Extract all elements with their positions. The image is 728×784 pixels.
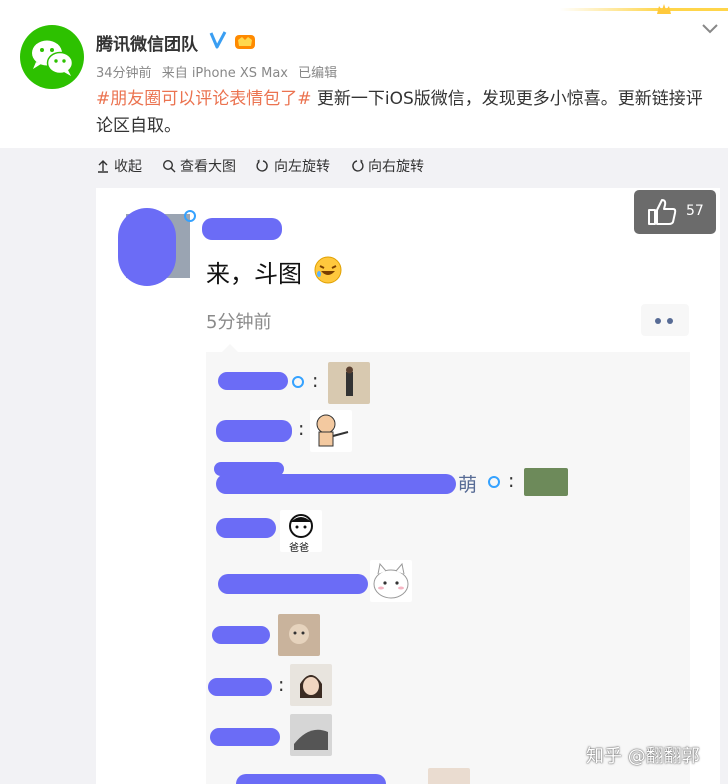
comment-colon: : bbox=[312, 370, 319, 392]
comment-row[interactable]: : bbox=[206, 410, 690, 456]
moment-time: 5分钟前 bbox=[206, 312, 272, 333]
rotate-left-label: 向左旋转 bbox=[274, 159, 330, 175]
comment-row[interactable] bbox=[206, 614, 690, 660]
comment-row[interactable]: 爸爸 bbox=[206, 510, 690, 558]
redaction-mark bbox=[212, 626, 270, 644]
redaction-mark bbox=[216, 420, 292, 442]
crown-icon bbox=[657, 4, 671, 14]
collapse-label: 收起 bbox=[114, 159, 142, 175]
sticker-photo[interactable] bbox=[278, 614, 320, 656]
sticker-photo[interactable] bbox=[524, 468, 568, 496]
moments-screenshot: 来，斗图 5分钟前 : : 萌 : 爸爸: bbox=[96, 188, 720, 784]
post-text: #朋友圈可以评论表情包了# 更新一下iOS版微信，发现更多小惊喜。更新链接评论区… bbox=[96, 86, 716, 140]
weibo-post-header: 腾讯微信团队 34分钟前 来自 iPhone XS Max 已编辑 #朋友圈可以… bbox=[0, 0, 728, 148]
image-toolbar: 收起 查看大图 向左旋转 向右旋转 bbox=[96, 155, 444, 177]
sticker-caption: 爸爸 bbox=[289, 543, 309, 552]
like-count: 57 bbox=[686, 203, 704, 219]
sticker-photo[interactable] bbox=[290, 664, 332, 706]
comment-list: : : 萌 : 爸爸: bbox=[206, 344, 690, 784]
comment-row[interactable]: : bbox=[206, 664, 690, 710]
redaction-mark bbox=[216, 474, 456, 494]
post-time[interactable]: 34分钟前 bbox=[96, 66, 152, 81]
chevron-down-icon[interactable] bbox=[700, 22, 720, 36]
sticker-cartoon[interactable] bbox=[310, 410, 352, 452]
sticker-photo[interactable] bbox=[290, 714, 332, 756]
vip-icon[interactable] bbox=[234, 32, 256, 50]
status-ring-icon bbox=[292, 376, 304, 388]
post-meta: 34分钟前 来自 iPhone XS Max 已编辑 bbox=[96, 62, 343, 81]
redaction-mark bbox=[236, 774, 386, 784]
rotate-left-icon bbox=[256, 159, 268, 172]
watermark: 知乎 @翻翻郭 bbox=[586, 746, 700, 767]
redaction-mark bbox=[118, 208, 176, 286]
hashtag-link[interactable]: #朋友圈可以评论表情包了# bbox=[96, 89, 312, 109]
sticker-cat[interactable] bbox=[370, 560, 412, 602]
laugh-emoji-icon bbox=[314, 256, 342, 284]
collapse-button[interactable]: 收起 bbox=[96, 156, 142, 176]
comment-row[interactable]: : bbox=[206, 360, 690, 406]
decoration-line bbox=[560, 8, 728, 11]
status-ring-icon bbox=[488, 476, 500, 488]
sticker-dad[interactable]: 爸爸 bbox=[280, 510, 322, 552]
rotate-right-label: 向右旋转 bbox=[368, 159, 424, 175]
edited-label[interactable]: 已编辑 bbox=[298, 66, 337, 81]
moment-text: 来，斗图 bbox=[206, 260, 302, 288]
redaction-mark bbox=[202, 218, 282, 240]
rotate-left-button[interactable]: 向左旋转 bbox=[256, 156, 330, 176]
redaction-mark bbox=[216, 518, 276, 538]
verified-icon bbox=[209, 31, 227, 49]
sticker-photo[interactable] bbox=[428, 768, 470, 784]
comment-colon: : bbox=[508, 470, 515, 492]
collapse-icon bbox=[98, 160, 108, 173]
comment-row[interactable] bbox=[206, 768, 690, 784]
view-large-label: 查看大图 bbox=[180, 159, 236, 175]
comment-row[interactable] bbox=[206, 560, 690, 610]
view-large-button[interactable]: 查看大图 bbox=[162, 156, 236, 176]
rotate-right-button[interactable]: 向右旋转 bbox=[350, 156, 424, 176]
wechat-logo-icon bbox=[32, 40, 74, 76]
like-button[interactable]: 57 bbox=[634, 190, 716, 234]
more-actions-button[interactable] bbox=[641, 304, 689, 336]
like-icon bbox=[648, 199, 677, 225]
post-source: 来自 iPhone XS Max bbox=[161, 66, 288, 81]
comment-pointer bbox=[222, 344, 238, 352]
comment-colon: : bbox=[298, 418, 305, 440]
avatar[interactable] bbox=[20, 25, 84, 89]
rotate-right-icon bbox=[352, 159, 364, 172]
status-ring-icon bbox=[184, 210, 196, 222]
redaction-mark bbox=[208, 678, 272, 696]
sticker-photo[interactable] bbox=[328, 362, 370, 404]
search-icon bbox=[162, 159, 176, 173]
comment-row[interactable]: 萌 : bbox=[206, 462, 690, 508]
comment-author[interactable]: 萌 bbox=[458, 470, 477, 497]
redaction-mark bbox=[210, 728, 280, 746]
comment-colon: : bbox=[278, 674, 285, 696]
redaction-mark bbox=[218, 372, 288, 390]
redaction-mark bbox=[218, 574, 368, 594]
author-name[interactable]: 腾讯微信团队 bbox=[96, 30, 198, 55]
